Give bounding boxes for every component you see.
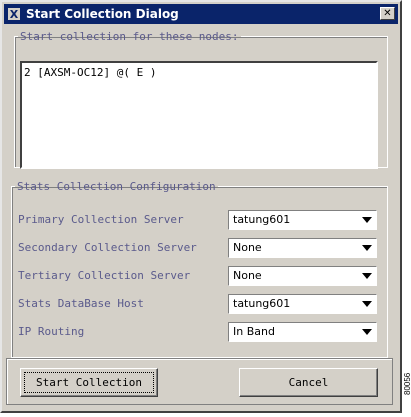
nodes-list[interactable]: 2 [AXSM-OC12] @( E ) (20, 61, 378, 169)
database-host-label: Stats DataBase Host (18, 297, 144, 310)
tertiary-server-label: Tertiary Collection Server (18, 269, 191, 282)
chevron-down-icon (362, 301, 372, 307)
secondary-server-value: None (233, 241, 262, 254)
nodes-legend: Start collection for these nodes: (20, 30, 239, 43)
cancel-label: Cancel (288, 376, 329, 389)
app-icon: X (7, 7, 21, 21)
nodes-group: Start collection for these nodes: 2 [AXS… (14, 30, 388, 169)
start-collection-label: Start Collection (36, 376, 142, 389)
cancel-button[interactable]: Cancel (239, 368, 378, 397)
primary-server-label: Primary Collection Server (18, 213, 184, 226)
stats-legend: Stats Collection Configuration (17, 180, 216, 193)
chevron-down-icon (362, 329, 372, 335)
ip-routing-value: In Band (233, 325, 275, 338)
ip-routing-label: IP Routing (18, 325, 85, 338)
title-bar[interactable]: X Start Collection Dialog ✕ (4, 4, 398, 24)
chevron-down-icon (362, 245, 372, 251)
secondary-server-label: Secondary Collection Server (18, 241, 197, 254)
database-host-value: tatung601 (233, 297, 291, 310)
figure-code: 80056 (403, 372, 411, 395)
secondary-server-select[interactable]: None (228, 238, 377, 258)
list-item[interactable]: 2 [AXSM-OC12] @( E ) (24, 66, 374, 79)
primary-server-select[interactable]: tatung601 (228, 210, 377, 230)
chevron-down-icon (362, 217, 372, 223)
tertiary-server-value: None (233, 269, 262, 282)
chevron-down-icon (362, 273, 372, 279)
primary-server-value: tatung601 (233, 213, 291, 226)
tertiary-server-select[interactable]: None (228, 266, 377, 286)
start-collection-button[interactable]: Start Collection (20, 368, 158, 397)
window-title: Start Collection Dialog (26, 7, 179, 21)
database-host-select[interactable]: tatung601 (228, 294, 377, 314)
ip-routing-select[interactable]: In Band (228, 322, 377, 342)
close-button[interactable]: ✕ (380, 7, 395, 20)
